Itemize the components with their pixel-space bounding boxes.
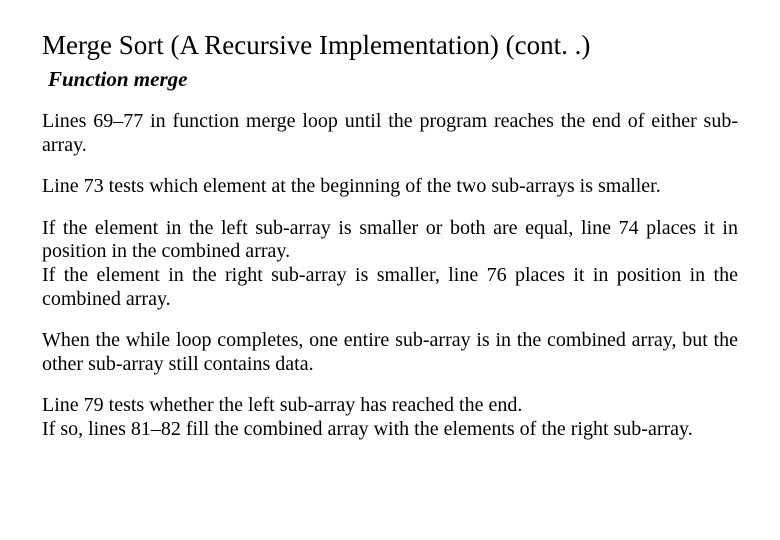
paragraph-4: When the while loop completes, one entir… — [42, 329, 738, 376]
paragraph-5b: If so, lines 81–82 fill the combined arr… — [42, 418, 738, 442]
paragraph-1: Lines 69–77 in function merge loop until… — [42, 110, 738, 157]
slide-subtitle: Function merge — [48, 67, 738, 92]
paragraph-5a: Line 79 tests whether the left sub-array… — [42, 394, 738, 418]
slide-content: Merge Sort (A Recursive Implementation) … — [0, 0, 780, 442]
slide-title: Merge Sort (A Recursive Implementation) … — [42, 30, 738, 61]
paragraph-3-block: If the element in the left sub-array is … — [42, 217, 738, 311]
paragraph-2: Line 73 tests which element at the begin… — [42, 175, 738, 199]
paragraph-3b: If the element in the right sub-array is… — [42, 264, 738, 311]
paragraph-3a: If the element in the left sub-array is … — [42, 217, 738, 264]
paragraph-5-block: Line 79 tests whether the left sub-array… — [42, 394, 738, 441]
